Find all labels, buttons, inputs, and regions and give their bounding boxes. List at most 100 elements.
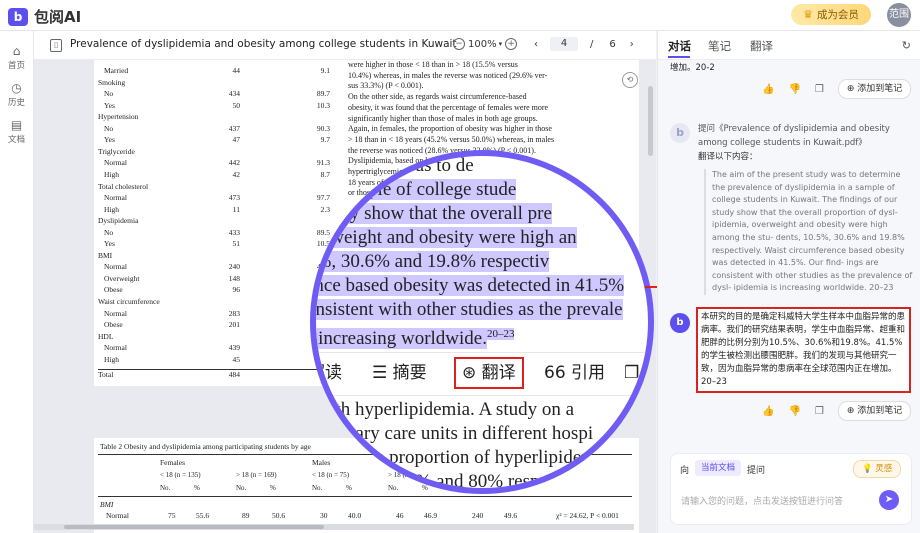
table-2-subheader: %: [270, 484, 276, 492]
table-2-caption: Table 2 Obesity and dyslipidemia among p…: [100, 442, 311, 451]
bot-avatar: b: [670, 313, 690, 333]
translate-float-icon[interactable]: ⟲: [622, 72, 638, 88]
table-2-cell: 46.9: [424, 511, 438, 520]
table-2-cell: 40.0: [348, 511, 362, 520]
add-to-notes-button[interactable]: ⊕ 添加到笔记: [837, 79, 912, 99]
sidebar-toggle-icon[interactable]: ▯: [50, 39, 62, 52]
table-2-cell: 49.6: [504, 511, 518, 520]
zoom-in-icon[interactable]: +: [505, 38, 518, 50]
refresh-icon[interactable]: ↻: [902, 39, 911, 52]
tab-notes[interactable]: 笔记: [708, 38, 731, 54]
crown-icon: ♛: [803, 8, 813, 21]
page-separator: /: [590, 38, 594, 50]
thumbs-down-icon[interactable]: 👎: [788, 406, 800, 417]
tool-label: 引用: [571, 363, 606, 383]
text-line: On the other side, as regards waist circ…: [348, 92, 527, 102]
cite-tool[interactable]: 66 引用: [544, 359, 605, 387]
magnifier-callout: t study was to de n a sample of college s…: [310, 150, 654, 494]
question-source: 提问《Prevalence of dyslipidemia and obesit…: [698, 124, 890, 148]
table-2-row-label: Normal: [106, 511, 129, 520]
add-note-label: 添加到笔记: [857, 406, 903, 416]
table-2-subheader: No.: [160, 484, 171, 492]
table-2-cell: 50.6: [272, 511, 286, 520]
message-actions: 👍 👎 ❐ ⊕ 添加到笔记: [762, 79, 912, 99]
text-line: Again, in females, the proportion of obe…: [348, 124, 552, 134]
zoom-level[interactable]: 100%: [468, 39, 497, 50]
app-logo[interactable]: b 包阅AI: [8, 6, 81, 27]
table-2-cell: 75: [168, 511, 176, 520]
zoom-out-icon[interactable]: −: [453, 38, 465, 50]
left-rail: ⌂ 首页 ◷ 历史 ▤ 文档: [0, 31, 34, 533]
copy-icon[interactable]: ❐: [624, 359, 639, 387]
table-2-cell: 30: [320, 511, 328, 520]
horizontal-scrollbar[interactable]: [34, 524, 634, 530]
quote-icon: 66: [544, 363, 572, 383]
prev-page-icon[interactable]: ‹: [534, 39, 538, 50]
list-icon: ☰: [372, 363, 393, 383]
top-bar: b 包阅AI ♛ 成为会员 范围: [0, 0, 920, 31]
selection-toolbar: 解读 ☰ 摘要 ⊛ 翻译 66 引用 ❐: [316, 352, 648, 396]
bulb-icon: 💡: [862, 464, 876, 474]
vip-label: 成为会员: [816, 9, 859, 21]
add-to-notes-button[interactable]: ⊕ 添加到笔记: [837, 401, 912, 421]
group-header: < 18 (n = 135): [160, 471, 201, 479]
copy-icon[interactable]: ❐: [815, 84, 824, 95]
group-header: < 18 (n = 75): [312, 471, 350, 479]
history-icon: ◷: [11, 81, 22, 95]
zoom-dropdown-icon[interactable]: ▾: [499, 40, 503, 48]
question-input[interactable]: 请输入您的问题，点击发送按钮进行问答: [681, 494, 843, 507]
text-line: sus 33.3%) (P < 0.001).: [348, 81, 424, 91]
ask-label: 提问: [747, 466, 766, 476]
group-header: > 18 (n = 169): [236, 471, 277, 479]
current-document-chip[interactable]: 当前文档: [695, 460, 742, 476]
table-2-subheader: No.: [388, 484, 399, 492]
user-avatar[interactable]: 范围: [887, 3, 911, 27]
text-line: significantly higher than those of males…: [348, 113, 538, 123]
table-2-subheader: No.: [236, 484, 247, 492]
next-page-icon[interactable]: ›: [630, 39, 634, 50]
translate-tool[interactable]: ⊛ 翻译: [454, 357, 524, 389]
rail-item-history[interactable]: ◷ 历史: [0, 81, 33, 109]
logo-icon: b: [8, 7, 28, 26]
inspiration-button[interactable]: 💡 灵感: [853, 460, 902, 478]
table-2-subheader: %: [346, 484, 352, 492]
table-2-stat: χ² = 24.62, P < 0.001: [556, 511, 619, 520]
app-name: 包阅AI: [34, 8, 82, 26]
rail-item-home[interactable]: ⌂ 首页: [0, 44, 33, 72]
question-command: 翻译以下内容：: [698, 152, 758, 162]
table-2-cell: 55.6: [196, 511, 210, 520]
send-button[interactable]: ➤: [879, 490, 899, 510]
text-line: obesity, it was found that the percentag…: [348, 102, 549, 112]
ask-to-label: 向: [680, 466, 690, 476]
summary-tool[interactable]: ☰ 摘要: [372, 359, 427, 387]
vip-button[interactable]: ♛ 成为会员: [791, 4, 871, 25]
translate-icon: ⊛: [462, 363, 482, 383]
table-2-cell: 89: [242, 511, 250, 520]
home-icon: ⌂: [12, 44, 21, 58]
user-avatar: b: [670, 123, 690, 143]
text-line: were higher in those < 18 than in > 18 (…: [348, 60, 518, 69]
page-navigator: ‹ 4 / 6 ›: [534, 37, 634, 51]
table-2-subheader: %: [194, 484, 200, 492]
thumbs-up-icon[interactable]: 👍: [762, 406, 774, 417]
citation-superscript: 20–23: [486, 328, 515, 340]
page-input[interactable]: 4: [550, 37, 578, 51]
table-2-cell: 46: [396, 511, 404, 520]
total-pages: 6: [609, 38, 616, 50]
tab-translate[interactable]: 翻译: [750, 38, 773, 54]
tool-label: 翻译: [481, 363, 516, 383]
add-note-label: 添加到笔记: [857, 84, 903, 94]
ai-panel: 对话 笔记 翻译 ↻ 增加。20-2 👍 👎 ❐ ⊕ 添加到笔记 b 提问《Pr…: [657, 31, 920, 533]
thumbs-down-icon[interactable]: 👎: [788, 84, 800, 95]
tab-chat[interactable]: 对话: [668, 38, 691, 54]
text-line: 10.4%) whereas, in males the reverse was…: [348, 70, 548, 80]
table-2-section: BMI: [100, 500, 114, 509]
thumbs-up-icon[interactable]: 👍: [762, 84, 774, 95]
copy-icon[interactable]: ❐: [815, 406, 824, 417]
chat-input-card: 向 当前文档 提问 💡 灵感 请输入您的问题，点击发送按钮进行问答 ➤: [670, 453, 912, 525]
document-title: Prevalence of dyslipidemia and obesity a…: [70, 38, 457, 50]
rail-item-documents[interactable]: ▤ 文档: [0, 119, 33, 146]
table-2-cell: 240: [472, 511, 484, 520]
answer-actions: 👍 👎 ❐ ⊕ 添加到笔记: [762, 401, 912, 421]
table-2-subheader: No.: [312, 484, 323, 492]
